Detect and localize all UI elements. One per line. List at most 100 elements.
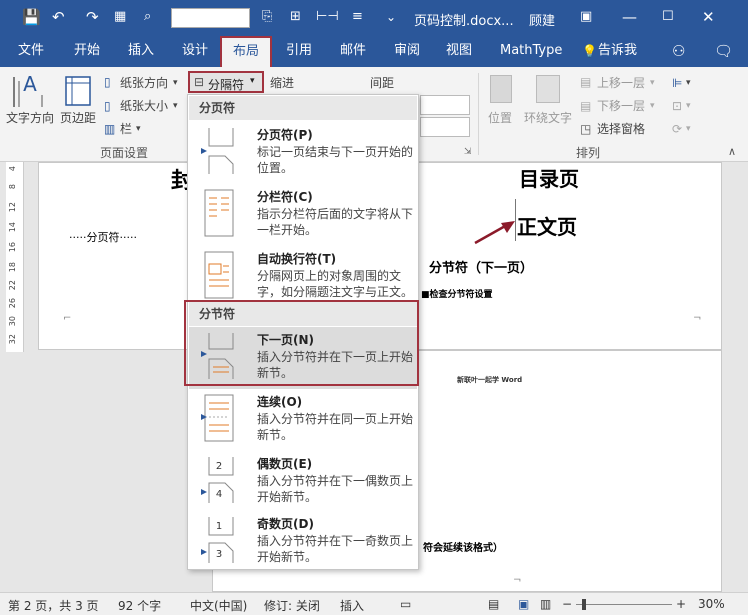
comment-icon[interactable]: 🗨 [714,43,733,59]
menu-item-column-break[interactable]: 分栏符(C) 指示分栏符后面的文字将从下一栏开始。 [189,184,417,246]
web-layout-icon[interactable]: ▥ [540,597,551,611]
size-button[interactable]: 纸张大小 [120,99,168,113]
undo-icon[interactable]: ↶ [52,8,65,26]
columns-button[interactable]: 栏 [120,122,132,136]
menu-item-title: 分栏符(C) [257,190,313,204]
qa-icon[interactable]: ⎘ [262,8,272,26]
chevron-down-icon: ▾ [650,101,655,111]
table-icon[interactable]: ▦ [114,8,126,26]
tab-layout[interactable]: 布局 [220,36,272,68]
quick-access-input[interactable] [171,8,250,28]
spacing-before-input[interactable] [420,95,470,115]
bottom-note: 符会延续该格式） [423,543,503,554]
text-direction-button[interactable]: 文字方向 [6,109,54,126]
track-changes-status[interactable]: 修订: 关闭 [264,597,320,614]
tab-mailings[interactable]: 邮件 [340,43,366,59]
wrap-text-button[interactable]: 环绕文字 [524,109,572,126]
layout-icon[interactable]: ⊞ [290,8,301,26]
menu-item-desc: 插入分节符并在同一页上开始新节。 [257,412,414,442]
margins-button[interactable]: 页边距 [60,109,96,126]
minimize-icon[interactable]: — [622,8,637,26]
page-setup-group-label: 页面设置 [100,146,149,160]
spacing-after-input[interactable] [420,117,470,137]
chevron-down-icon: ▾ [650,78,655,88]
insert-mode-status[interactable]: 插入 [340,597,364,614]
dialog-launcher-icon[interactable]: ⇲ [464,147,472,157]
page-breaks-header: 分页符 [189,96,417,120]
selection-pane-icon: ◳ [580,122,592,136]
bring-forward-icon: ▤ [580,75,592,89]
size-icon: ▯ [104,99,111,113]
arrange-group-label: 排列 [576,146,601,160]
svg-text:A: A [23,73,37,96]
share-icon[interactable]: ⚇ [672,43,685,59]
send-backward-button[interactable]: 下移一层 [597,99,645,113]
ribbon-display-icon[interactable]: ▣ [580,8,592,26]
maximize-icon[interactable]: ☐ [662,8,674,26]
ruler-number: 4 [8,166,17,172]
word-count[interactable]: 92 个字 [118,597,161,614]
menu-item-title: 连续(O) [257,395,303,409]
orientation-icon: ▯ [104,75,111,89]
breaks-button[interactable]: ⊟ 分隔符 ▾ [188,71,264,93]
menu-item-title: 分页符(P) [257,128,313,142]
user-name[interactable]: 顾建 [529,10,555,29]
tab-references[interactable]: 引用 [286,43,312,59]
window-title: 页码控制.docx... [414,14,514,29]
page-note: 新联叶一起学 Word [457,376,523,384]
menu-item-odd-page[interactable]: 1 3 奇数页(D) 插入分节符并在下一奇数页上开始新节。 [189,511,417,573]
read-mode-icon[interactable]: ▤ [488,597,499,611]
redo-icon[interactable]: ↷ [86,8,99,26]
corner-mark: ¬ [513,575,522,586]
zoom-out-icon[interactable]: − [562,597,572,611]
even-icon-number: 4 [216,489,222,500]
macro-icon[interactable]: ▭ [400,597,411,611]
zoom-level[interactable]: 30% [698,597,725,611]
align-icon[interactable]: ⊫ [672,76,682,90]
page-break-icon [201,128,234,174]
tab-file[interactable]: 文件 [18,43,44,59]
spacing-label: 间距 [370,76,395,90]
language-status[interactable]: 中文(中国) [190,597,247,614]
tab-view[interactable]: 视图 [446,43,472,59]
tab-home[interactable]: 开始 [74,43,100,59]
print-preview-icon[interactable]: ⌕ [144,8,151,26]
corner-mark: ⌐ [63,313,72,324]
tab-review[interactable]: 审阅 [394,43,420,59]
ruler-number: 30 [8,316,17,327]
page-count[interactable]: 第 2 页，共 3 页 [8,597,99,614]
menu-item-continuous[interactable]: 连续(O) 插入分节符并在同一页上开始新节。 [189,389,417,451]
tab-insert[interactable]: 插入 [128,43,154,59]
rotate-icon[interactable]: ⟳ [672,122,682,136]
zoom-slider-thumb[interactable] [582,599,586,610]
position-button[interactable]: 位置 [488,109,512,126]
zoom-slider[interactable] [576,604,672,605]
tab-design[interactable]: 设计 [182,43,208,59]
close-icon[interactable]: ✕ [702,8,715,26]
column-break-icon [204,189,234,237]
columns-icon[interactable]: ⊢⊣ [316,8,339,26]
columns-icon: ▥ [104,122,116,136]
tell-me[interactable]: 告诉我 [598,43,637,59]
align-icon[interactable]: ≡ [352,8,363,26]
save-icon[interactable]: 💾 [22,8,41,26]
ruler-number: 22 [8,280,17,291]
collapse-ribbon-icon[interactable]: ∧ [728,145,736,158]
tab-mathtype[interactable]: MathType [500,43,562,59]
zoom-in-icon[interactable]: + [676,597,686,611]
ruler-number: 32 [8,334,17,345]
menu-item-desc: 标记一页结束与下一页开始的位置。 [257,145,414,175]
vertical-ruler: 4 8 12 14 16 18 22 26 30 32 [6,162,24,352]
menu-item-page-break[interactable]: 分页符(P) 标记一页结束与下一页开始的位置。 [189,122,417,184]
menu-item-even-page[interactable]: 2 4 偶数页(E) 插入分节符并在下一偶数页上开始新节。 [189,451,417,513]
more-icon[interactable]: ⌄ [386,8,396,26]
body-title: 正文页 [517,215,577,239]
chevron-down-icon: ▾ [686,101,691,111]
print-layout-icon[interactable]: ▣ [518,597,529,611]
page-break-mark: ·····分页符····· [69,231,137,244]
selection-pane-button[interactable]: 选择窗格 [597,122,645,136]
orientation-button[interactable]: 纸张方向 [120,76,168,90]
bring-forward-button[interactable]: 上移一层 [597,76,645,90]
group-icon[interactable]: ⊡ [672,99,682,113]
menu-item-text-wrapping[interactable]: 自动换行符(T) 分隔网页上的对象周围的文字，如分隔题注文字与正文。 [189,246,417,308]
